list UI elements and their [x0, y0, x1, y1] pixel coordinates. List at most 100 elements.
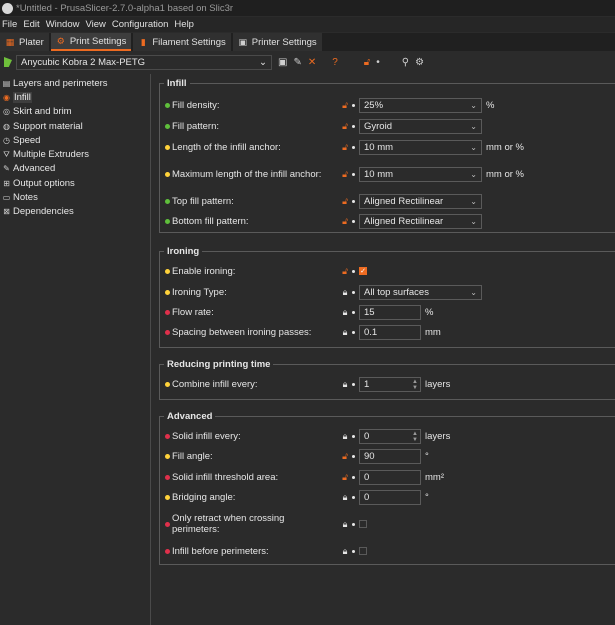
sidebar-item-speed[interactable]: ◷ Speed	[0, 133, 150, 147]
solid-infill-every-spinner[interactable]: 0 ▲ ▼	[359, 428, 421, 444]
extruder-icon: ⛛	[3, 149, 10, 159]
reset-bullet[interactable]	[352, 549, 355, 553]
reset-bullet[interactable]	[352, 172, 355, 176]
fill-angle-unit: °	[425, 450, 429, 462]
mode-advanced-dot	[165, 268, 170, 274]
only-retract-checkbox[interactable]	[359, 520, 367, 528]
enable-ironing-checkbox[interactable]: ✓	[359, 267, 367, 275]
combine-infill-spinner[interactable]: 1 ▲ ▼	[359, 376, 421, 392]
fill-density-row: Fill density: 🔓︎ 25% ⌄ %	[160, 97, 615, 113]
sidebar-item-dependencies[interactable]: ⊠ Dependencies	[0, 205, 150, 219]
menu-bar: File Edit Window View Configuration Help	[0, 17, 615, 32]
sidebar-item-multiple-extruders[interactable]: ⛛ Multiple Extruders	[0, 147, 150, 161]
unlock-icon[interactable]: 🔓︎	[340, 196, 350, 206]
search-icon[interactable]: ⚲	[402, 57, 409, 68]
reset-bullet[interactable]	[352, 454, 355, 458]
lock-icon[interactable]: 🔒︎	[340, 431, 350, 441]
menu-file[interactable]: File	[2, 19, 17, 30]
ironing-group: Ironing Enable ironing: 🔓︎ ✓ Ironing Typ…	[159, 246, 615, 348]
reset-bullet[interactable]	[352, 269, 355, 273]
save-preset-icon[interactable]: ▣	[278, 57, 287, 68]
tab-filament-settings[interactable]: ▮ Filament Settings	[133, 33, 231, 51]
lock-icon[interactable]: 🔒︎	[340, 379, 350, 389]
bottom-fill-pattern-row: Bottom fill pattern: 🔓︎ Aligned Rectilin…	[160, 213, 615, 229]
preset-actions: ▣ ✎ ✕ ? 🔓︎ • ⚲ ⚙	[278, 57, 430, 68]
reset-bullet[interactable]	[352, 522, 355, 526]
reset-bullet[interactable]	[352, 310, 355, 314]
fill-pattern-select[interactable]: Gyroid ⌄	[359, 118, 482, 134]
fill-density-select[interactable]: 25% ⌄	[359, 97, 482, 113]
bridging-angle-input[interactable]: 0	[359, 489, 421, 505]
reset-bullet[interactable]	[352, 199, 355, 203]
unlock-icon[interactable]: 🔓︎	[340, 451, 350, 461]
mode-simple-dot	[165, 102, 170, 108]
unlock-icon[interactable]: 🔓︎	[340, 100, 350, 110]
sidebar-item-advanced[interactable]: ✎ Advanced	[0, 162, 150, 176]
rename-preset-icon[interactable]: ✎	[293, 57, 301, 68]
preset-select[interactable]: Anycubic Kobra 2 Max-PETG ⌄	[16, 54, 272, 70]
lock-icon[interactable]: 🔒︎	[340, 519, 350, 529]
menu-view[interactable]: View	[85, 19, 105, 30]
tab-print-settings[interactable]: ⚙ Print Settings	[50, 33, 132, 51]
layers-icon: ▤	[2, 78, 11, 88]
lock-icon[interactable]: 🔒︎	[340, 287, 350, 297]
fill-angle-input[interactable]: 90	[359, 448, 421, 464]
reset-bullet[interactable]	[352, 103, 355, 107]
menu-window[interactable]: Window	[46, 19, 80, 30]
unlock-icon[interactable]: 🔓︎	[340, 121, 350, 131]
tab-printer-settings[interactable]: ▣ Printer Settings	[232, 33, 322, 51]
reset-bullet[interactable]	[352, 475, 355, 479]
menu-configuration[interactable]: Configuration	[112, 19, 169, 30]
sidebar-item-layers-and-perimeters[interactable]: ▤ Layers and perimeters	[0, 76, 150, 90]
unlock-icon[interactable]: 🔓︎	[340, 169, 350, 179]
lock-icon[interactable]: 🔒︎	[340, 307, 350, 317]
menu-edit[interactable]: Edit	[23, 19, 39, 30]
sidebar-item-infill[interactable]: ◉ Infill	[0, 90, 150, 104]
sidebar-item-skirt-and-brim[interactable]: ◎ Skirt and brim	[0, 105, 150, 119]
menu-help[interactable]: Help	[174, 19, 194, 30]
ironing-spacing-input[interactable]: 0.1	[359, 324, 421, 340]
delete-preset-icon[interactable]: ✕	[308, 57, 316, 68]
unlock-icon[interactable]: 🔓︎	[340, 216, 350, 226]
lock-icon[interactable]: 🔒︎	[340, 327, 350, 337]
ironing-type-row: Ironing Type: 🔒︎ All top surfaces ⌄	[160, 284, 615, 300]
reset-bullet[interactable]	[352, 219, 355, 223]
tab-plater[interactable]: ▦ Plater	[0, 33, 49, 51]
mode-advanced-dot	[165, 289, 170, 295]
unlock-icon[interactable]: 🔓︎	[340, 472, 350, 482]
spin-arrows-icon[interactable]: ▲ ▼	[412, 379, 418, 391]
infill-anchor-max-select[interactable]: 10 mm ⌄	[359, 166, 482, 182]
reset-bullet[interactable]	[352, 290, 355, 294]
ironing-flow-input[interactable]: 15	[359, 304, 421, 320]
reset-bullet[interactable]	[352, 382, 355, 386]
reset-bullet[interactable]	[352, 124, 355, 128]
sidebar-item-output-options[interactable]: ⊞ Output options	[0, 176, 150, 190]
ironing-type-select[interactable]: All top surfaces ⌄	[359, 284, 482, 300]
bottom-fill-pattern-label: Bottom fill pattern:	[172, 215, 249, 227]
mode-advanced-dot	[165, 144, 170, 150]
top-fill-pattern-select[interactable]: Aligned Rectilinear ⌄	[359, 193, 482, 209]
unlock-icon[interactable]: 🔓︎	[340, 142, 350, 152]
reset-bullet[interactable]	[352, 495, 355, 499]
infill-anchor-select[interactable]: 10 mm ⌄	[359, 139, 482, 155]
reset-bullet[interactable]	[352, 145, 355, 149]
sidebar-item-notes[interactable]: ▭ Notes	[0, 190, 150, 204]
reset-bullet[interactable]	[352, 330, 355, 334]
reset-bullet[interactable]	[352, 434, 355, 438]
sidebar-item-support-material[interactable]: ◍ Support material	[0, 119, 150, 133]
lock-icon[interactable]: 🔒︎	[340, 546, 350, 556]
infill-first-checkbox[interactable]	[359, 547, 367, 555]
bullet-legend-icon[interactable]: •	[376, 57, 380, 68]
unlock-icon[interactable]: 🔓︎	[340, 266, 350, 276]
solid-threshold-input[interactable]: 0	[359, 469, 421, 485]
mode-advanced-dot	[165, 494, 170, 500]
title-bar: *Untitled - PrusaSlicer-2.7.0-alpha1 bas…	[0, 0, 615, 16]
bottom-fill-pattern-select[interactable]: Aligned Rectilinear ⌄	[359, 213, 482, 229]
compare-icon[interactable]: ⚙	[415, 57, 424, 68]
infill-anchor-max-row: Maximum length of the infill anchor: 🔓︎ …	[160, 166, 615, 182]
help-icon[interactable]: ?	[332, 57, 338, 68]
chevron-down-icon: ⌄	[470, 287, 477, 297]
lock-icon[interactable]: 🔒︎	[340, 492, 350, 502]
lock-legend-icon[interactable]: 🔓︎	[364, 57, 370, 68]
spin-arrows-icon[interactable]: ▲ ▼	[412, 431, 418, 443]
